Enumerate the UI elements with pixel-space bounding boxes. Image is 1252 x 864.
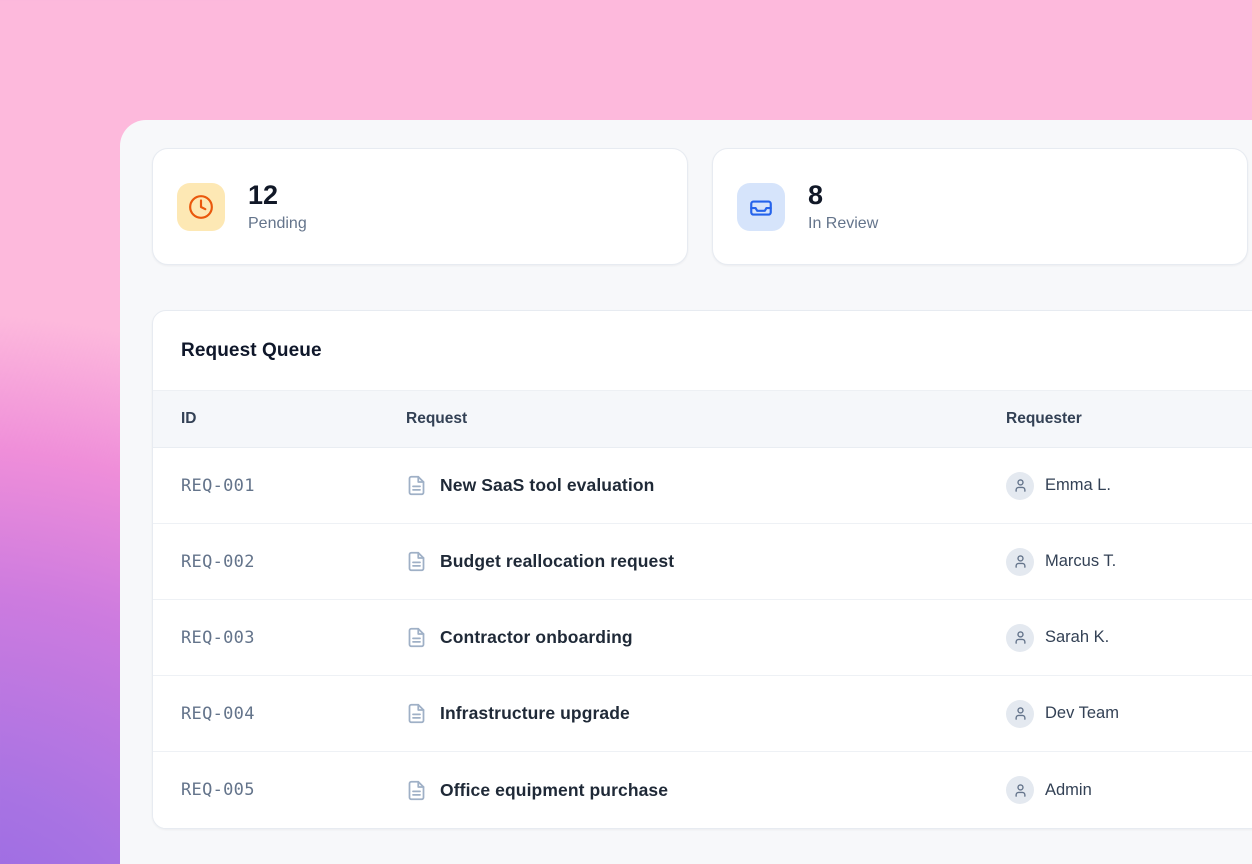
clock-icon: [188, 194, 214, 220]
stat-card-pending: 12 Pending: [152, 148, 688, 265]
review-icon-tile: [737, 183, 785, 231]
file-text-icon: [406, 551, 427, 572]
pending-count: 12: [248, 180, 307, 211]
requester-cell: Dev Team: [1006, 700, 1237, 728]
inbox-icon: [748, 194, 774, 220]
file-text-icon: [406, 475, 427, 496]
request-title: Budget reallocation request: [440, 551, 674, 572]
pending-icon-tile: [177, 183, 225, 231]
column-header-request: Request: [406, 410, 1006, 428]
pending-label: Pending: [248, 215, 307, 233]
avatar: [1006, 548, 1034, 576]
request-id: REQ-004: [181, 704, 406, 724]
request-title: Infrastructure upgrade: [440, 703, 630, 724]
stats-row: 12 Pending 8 In Review: [120, 120, 1252, 265]
table-header-row: ID Request Requester: [153, 391, 1252, 448]
request-cell: New SaaS tool evaluation: [406, 475, 1006, 496]
request-id: REQ-003: [181, 628, 406, 648]
requester-cell: Marcus T.: [1006, 548, 1237, 576]
user-icon: [1013, 783, 1028, 798]
request-cell: Office equipment purchase: [406, 780, 1006, 801]
user-icon: [1013, 554, 1028, 569]
table-row[interactable]: REQ-005 Office equipment purchase Admin: [153, 752, 1252, 828]
requester-cell: Sarah K.: [1006, 624, 1237, 652]
request-title: New SaaS tool evaluation: [440, 475, 654, 496]
user-icon: [1013, 706, 1028, 721]
column-header-requester: Requester: [1006, 410, 1237, 428]
user-icon: [1013, 478, 1028, 493]
request-id: REQ-001: [181, 476, 406, 496]
requester-name: Dev Team: [1045, 704, 1119, 723]
requester-name: Emma L.: [1045, 476, 1111, 495]
stat-card-in-review: 8 In Review: [712, 148, 1248, 265]
table-row[interactable]: REQ-002 Budget reallocation request Marc…: [153, 524, 1252, 600]
requester-name: Marcus T.: [1045, 552, 1116, 571]
avatar: [1006, 624, 1034, 652]
in-review-label: In Review: [808, 215, 878, 233]
queue-title-bar: Request Queue: [153, 311, 1252, 391]
in-review-count: 8: [808, 180, 878, 211]
file-text-icon: [406, 703, 427, 724]
main-panel: 12 Pending 8 In Review Request Queue ID …: [120, 120, 1252, 864]
table-row[interactable]: REQ-001 New SaaS tool evaluation Emma L.: [153, 448, 1252, 524]
request-cell: Budget reallocation request: [406, 551, 1006, 572]
requester-name: Admin: [1045, 781, 1092, 800]
requester-cell: Emma L.: [1006, 472, 1237, 500]
request-cell: Infrastructure upgrade: [406, 703, 1006, 724]
user-icon: [1013, 630, 1028, 645]
column-header-id: ID: [181, 410, 406, 428]
queue-title: Request Queue: [181, 340, 322, 362]
avatar: [1006, 700, 1034, 728]
file-text-icon: [406, 780, 427, 801]
request-id: REQ-002: [181, 552, 406, 572]
request-id: REQ-005: [181, 780, 406, 800]
table-row[interactable]: REQ-004 Infrastructure upgrade Dev Team: [153, 676, 1252, 752]
request-cell: Contractor onboarding: [406, 627, 1006, 648]
requester-name: Sarah K.: [1045, 628, 1109, 647]
avatar: [1006, 776, 1034, 804]
request-queue-card: Request Queue ID Request Requester REQ-0…: [152, 310, 1252, 829]
request-title: Contractor onboarding: [440, 627, 633, 648]
file-text-icon: [406, 627, 427, 648]
stat-text: 8 In Review: [808, 180, 878, 232]
table-row[interactable]: REQ-003 Contractor onboarding Sarah K.: [153, 600, 1252, 676]
stat-text: 12 Pending: [248, 180, 307, 232]
table-body: REQ-001 New SaaS tool evaluation Emma L.…: [153, 448, 1252, 828]
requester-cell: Admin: [1006, 776, 1237, 804]
request-title: Office equipment purchase: [440, 780, 668, 801]
avatar: [1006, 472, 1034, 500]
